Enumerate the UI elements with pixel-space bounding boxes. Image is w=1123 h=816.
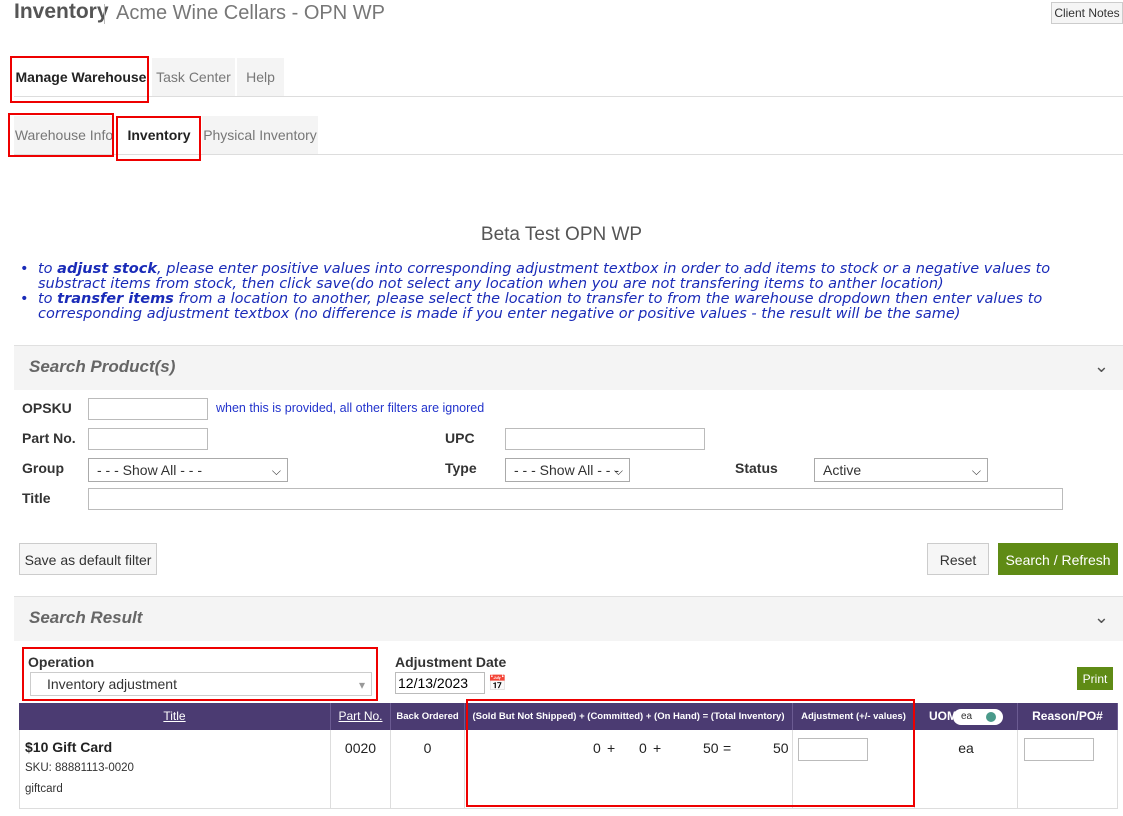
adjustment-date-label: Adjustment Date [395, 654, 507, 670]
search-refresh-button[interactable]: Search / Refresh [998, 543, 1118, 575]
type-label: Type [445, 460, 477, 476]
highlight-box [22, 647, 378, 701]
tab-help[interactable]: Help [237, 58, 284, 96]
title-label: Title [22, 490, 51, 506]
col-reason: Reason/PO# [1018, 703, 1118, 730]
chevron-down-icon: ⌵ [971, 464, 981, 478]
status-label: Status [735, 460, 778, 476]
product-sku: SKU: 88881113-0020 [25, 762, 134, 774]
bullet-icon: • [20, 291, 29, 307]
highlight-box [10, 56, 149, 103]
col-title[interactable]: Title [19, 703, 331, 730]
account-subtitle: Acme Wine Cellars - OPN WP [116, 2, 385, 24]
group-label: Group [22, 460, 64, 476]
type-select[interactable]: - - - Show All - - - ⌵ [505, 458, 630, 482]
main-tabs-divider [14, 96, 1123, 97]
search-products-header[interactable]: Search Product(s) ⌄ [14, 345, 1123, 390]
instruction-adjust-stock: • to adjust stock, please enter positive… [20, 261, 1051, 292]
tab-task-center[interactable]: Task Center [152, 58, 235, 96]
chevron-down-icon[interactable]: ⌄ [1094, 607, 1109, 628]
search-result-title: Search Result [29, 608, 143, 627]
opsku-input[interactable] [88, 398, 208, 420]
highlight-box [116, 116, 201, 161]
opsku-label: OPSKU [22, 400, 72, 416]
highlight-box [466, 699, 915, 807]
app-title: Inventory [14, 0, 109, 23]
search-products-title: Search Product(s) [29, 357, 176, 376]
title-divider [104, 4, 105, 24]
warehouse-name: Beta Test OPN WP [480, 224, 643, 245]
bullet-icon: • [20, 261, 29, 277]
upc-input[interactable] [505, 428, 705, 450]
highlight-box [8, 113, 114, 157]
uom-toggle[interactable]: ea [953, 709, 1003, 725]
col-part-no[interactable]: Part No. [331, 703, 391, 730]
reset-button[interactable]: Reset [927, 543, 989, 575]
chevron-down-icon: ⌵ [613, 464, 623, 478]
adjustment-date-input[interactable] [395, 672, 485, 694]
reason-cell [1018, 730, 1118, 808]
client-notes-button[interactable]: Client Notes [1051, 2, 1123, 24]
uom-cell: ea [915, 730, 1018, 808]
chevron-down-icon: ⌵ [271, 464, 281, 478]
title-input[interactable] [88, 488, 1063, 510]
col-back-ordered: Back Ordered [391, 703, 465, 730]
part-no-label: Part No. [22, 430, 76, 446]
print-button[interactable]: Print [1077, 667, 1113, 690]
part-no-cell: 0020 [331, 730, 391, 808]
calendar-icon[interactable]: 📅 [488, 674, 507, 692]
toggle-knob [986, 712, 996, 722]
reason-input[interactable] [1024, 738, 1094, 761]
opsku-hint: when this is provided, all other filters… [216, 401, 485, 415]
status-select[interactable]: Active ⌵ [814, 458, 988, 482]
table-row-title-cell: $10 Gift Card SKU: 88881113-0020 giftcar… [19, 730, 331, 808]
part-no-input[interactable] [88, 428, 208, 450]
row-divider [19, 808, 1118, 809]
upc-label: UPC [445, 430, 475, 446]
col-uom: UOM ea [915, 703, 1018, 730]
subtab-physical-inventory[interactable]: Physical Inventory [202, 116, 318, 154]
product-title[interactable]: $10 Gift Card [25, 739, 112, 755]
product-category: giftcard [25, 783, 63, 795]
instruction-transfer-items: • to transfer items from a location to a… [20, 291, 1043, 322]
back-ordered-cell: 0 [391, 730, 465, 808]
search-result-header[interactable]: Search Result ⌄ [14, 596, 1123, 641]
chevron-down-icon[interactable]: ⌄ [1094, 356, 1109, 377]
group-select[interactable]: - - - Show All - - - ⌵ [88, 458, 288, 482]
save-default-filter-button[interactable]: Save as default filter [19, 543, 157, 575]
